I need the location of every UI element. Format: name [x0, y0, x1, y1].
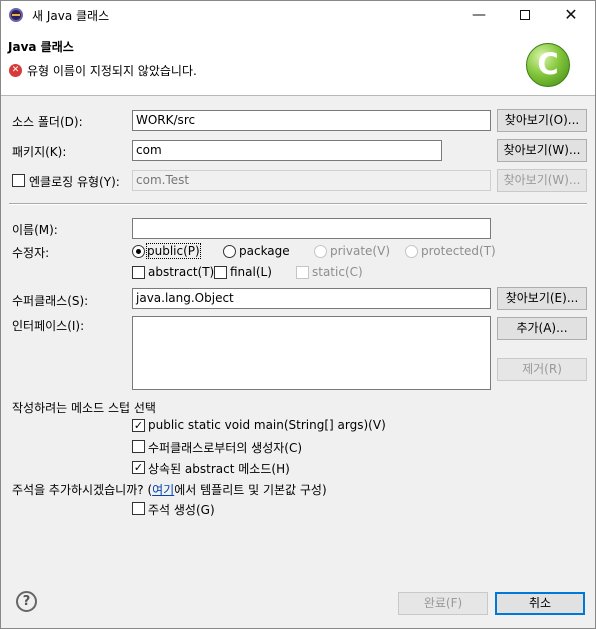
banner-letter: C [537, 47, 559, 81]
modifiers-label: 수정자: [12, 246, 50, 260]
browse-superclass-button[interactable]: 찾아보기(E)... [497, 287, 587, 310]
configure-templates-link[interactable]: 여기 [152, 483, 174, 497]
public-label: public(P) [146, 243, 201, 259]
remove-interface-button[interactable]: 제거(R) [497, 358, 587, 381]
help-icon[interactable]: ? [16, 591, 37, 612]
abstract-checkbox[interactable] [132, 266, 145, 279]
private-radio[interactable] [314, 245, 327, 258]
private-label: private(V) [330, 244, 390, 258]
title-bar: 새 Java 클래스 — ✕ [1, 1, 595, 29]
separator [9, 203, 587, 205]
static-label: static(C) [312, 265, 363, 279]
minimize-button[interactable]: — [456, 1, 502, 29]
browse-package-button[interactable]: 찾아보기(W)... [497, 139, 587, 162]
maximize-icon [520, 10, 530, 20]
abstract-label: abstract(T) [148, 265, 215, 279]
source-folder-label: 소스 폴더(D): [12, 115, 83, 129]
browse-enclosing-type-button[interactable]: 찾아보기(W)... [497, 169, 587, 192]
enclosing-type-checkbox[interactable] [12, 174, 25, 187]
add-interface-button[interactable]: 추가(A)... [497, 317, 587, 340]
package-input[interactable]: com [132, 140, 442, 161]
cancel-button[interactable]: 취소 [495, 592, 585, 615]
main-method-label: public static void main(String[] args)(V… [148, 418, 386, 432]
page-title: Java 클래스 [8, 40, 74, 54]
enclosing-type-label: 엔클로징 유형(Y): [29, 175, 120, 189]
constructors-label: 수퍼클래스로부터의 생성자(C) [148, 441, 303, 455]
protected-label: protected(T) [421, 244, 496, 258]
main-method-checkbox[interactable]: ✓ [132, 419, 145, 432]
interfaces-list[interactable] [132, 316, 491, 390]
package-label: 패키지(K): [12, 145, 67, 159]
new-java-class-dialog: 새 Java 클래스 — ✕ Java 클래스 ✕ 유형 이름이 지정되지 않았… [0, 0, 596, 629]
close-button[interactable]: ✕ [548, 1, 594, 29]
finish-button[interactable]: 완료(F) [398, 592, 488, 615]
static-checkbox[interactable] [296, 266, 309, 279]
public-radio[interactable] [132, 245, 145, 258]
protected-radio[interactable] [405, 245, 418, 258]
name-label: 이름(M): [12, 223, 58, 237]
superclass-label: 수퍼클래스(S): [12, 294, 89, 308]
browse-source-folder-button[interactable]: 찾아보기(O)... [497, 109, 587, 132]
package-label: package [239, 244, 290, 258]
constructors-checkbox[interactable] [132, 440, 145, 453]
comments-question-post: 에서 템플리트 및 기본값 구성) [174, 483, 327, 497]
inherited-abstract-label: 상속된 abstract 메소드(H) [148, 462, 290, 476]
generate-comments-label: 주석 생성(G) [148, 503, 215, 517]
final-checkbox[interactable] [214, 266, 227, 279]
window-title: 새 Java 클래스 [32, 9, 110, 23]
method-stubs-label: 작성하려는 메소드 스텁 선택 [12, 401, 156, 415]
comments-question: 주석을 추가하시겠습니까? (여기에서 템플리트 및 기본값 구성) [12, 481, 327, 498]
eclipse-icon [9, 8, 23, 22]
comments-question-pre: 주석을 추가하시겠습니까? ( [12, 483, 153, 497]
package-radio[interactable] [223, 245, 236, 258]
error-message: 유형 이름이 지정되지 않았습니다. [27, 64, 197, 78]
final-label: final(L) [230, 265, 272, 279]
wizard-header: Java 클래스 ✕ 유형 이름이 지정되지 않았습니다. C [1, 29, 595, 96]
class-name-input[interactable] [132, 218, 491, 239]
inherited-abstract-checkbox[interactable]: ✓ [132, 461, 145, 474]
source-folder-input[interactable]: WORK/src [132, 110, 491, 131]
interfaces-label: 인터페이스(I): [12, 319, 85, 333]
generate-comments-checkbox[interactable] [132, 502, 145, 515]
maximize-button[interactable] [502, 1, 548, 29]
error-icon: ✕ [9, 64, 22, 77]
enclosing-type-input[interactable]: com.Test [132, 170, 491, 191]
superclass-input[interactable]: java.lang.Object [132, 288, 491, 309]
new-class-banner-icon: C [526, 43, 570, 87]
